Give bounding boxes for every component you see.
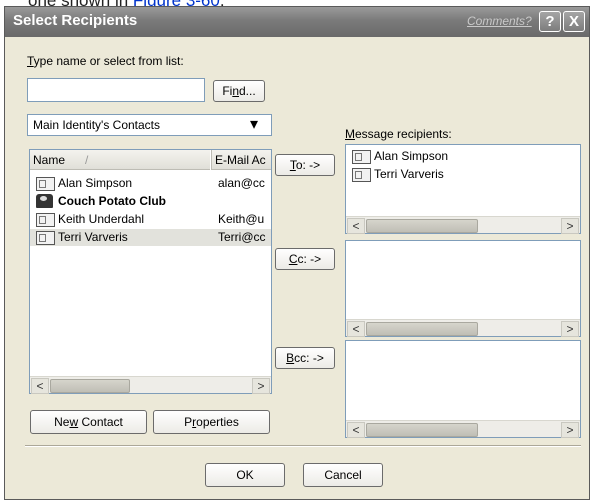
scroll-thumb[interactable] bbox=[50, 379, 130, 393]
sort-indicator-icon: / bbox=[85, 153, 89, 167]
scroll-right-icon[interactable]: > bbox=[561, 422, 579, 438]
select-recipients-dialog: Select Recipients Comments? ? X Type nam… bbox=[4, 6, 590, 500]
scroll-thumb[interactable] bbox=[366, 423, 478, 437]
contact-card-icon bbox=[352, 150, 371, 164]
find-button[interactable]: Find... bbox=[213, 80, 265, 102]
scroll-right-icon[interactable]: > bbox=[561, 321, 579, 337]
window-title: Select Recipients bbox=[13, 12, 138, 29]
scroll-left-icon[interactable]: < bbox=[347, 422, 365, 438]
to-button[interactable]: To: -> bbox=[275, 154, 335, 176]
cc-recipients-box[interactable]: < > bbox=[345, 240, 581, 337]
contact-row[interactable]: Couch Potato Club bbox=[30, 193, 271, 210]
scroll-thumb[interactable] bbox=[366, 219, 478, 233]
title-bar[interactable]: Select Recipients Comments? ? X bbox=[5, 7, 589, 37]
close-button[interactable]: X bbox=[563, 11, 585, 32]
contact-card-icon bbox=[36, 231, 55, 245]
contact-card-icon bbox=[36, 177, 55, 191]
chevron-down-icon[interactable]: ▾ bbox=[250, 115, 258, 135]
contact-list-hscrollbar[interactable]: < > bbox=[30, 376, 271, 394]
properties-button[interactable]: Properties bbox=[153, 410, 270, 434]
to-box-hscrollbar[interactable]: < > bbox=[346, 216, 580, 234]
new-contact-button[interactable]: New Contact bbox=[30, 410, 147, 434]
contact-row[interactable]: Alan Simpson alan@cc bbox=[30, 175, 271, 192]
comments-link[interactable]: Comments? bbox=[467, 14, 532, 28]
to-recipients-box[interactable]: Alan Simpson Terri Varveris < > bbox=[345, 144, 581, 234]
contact-list[interactable]: Name / E-Mail Ac Alan Simpson alan@cc Co… bbox=[29, 149, 272, 394]
bcc-recipients-box[interactable]: < > bbox=[345, 340, 581, 438]
divider bbox=[25, 445, 581, 447]
help-button[interactable]: ? bbox=[539, 11, 561, 32]
search-label: Type name or select from list: bbox=[27, 54, 184, 68]
column-header-email[interactable]: E-Mail Ac bbox=[211, 150, 271, 170]
scroll-left-icon[interactable]: < bbox=[347, 218, 365, 234]
scroll-left-icon[interactable]: < bbox=[31, 378, 49, 394]
scroll-right-icon[interactable]: > bbox=[252, 378, 270, 394]
contact-card-icon bbox=[36, 213, 55, 227]
search-input[interactable] bbox=[27, 78, 205, 102]
contact-row-selected[interactable]: Terri Varveris Terri@cc bbox=[30, 229, 271, 246]
bcc-button[interactable]: Bcc: -> bbox=[275, 347, 335, 369]
scroll-thumb[interactable] bbox=[366, 322, 478, 336]
address-book-selected: Main Identity's Contacts bbox=[33, 118, 161, 132]
contact-row[interactable]: Keith Underdahl Keith@u bbox=[30, 211, 271, 228]
scroll-right-icon[interactable]: > bbox=[561, 218, 579, 234]
cancel-button[interactable]: Cancel bbox=[303, 463, 383, 487]
bcc-box-hscrollbar[interactable]: < > bbox=[346, 420, 580, 438]
cc-button[interactable]: Cc: -> bbox=[275, 248, 335, 270]
column-header-name[interactable]: Name / bbox=[30, 150, 210, 170]
group-icon bbox=[36, 194, 53, 208]
cc-box-hscrollbar[interactable]: < > bbox=[346, 319, 580, 337]
scroll-left-icon[interactable]: < bbox=[347, 321, 365, 337]
address-book-select[interactable]: Main Identity's Contacts ▾ bbox=[27, 114, 272, 136]
ok-button[interactable]: OK bbox=[205, 463, 285, 487]
contact-card-icon bbox=[352, 168, 371, 182]
recipients-label: Message recipients: bbox=[345, 127, 452, 141]
